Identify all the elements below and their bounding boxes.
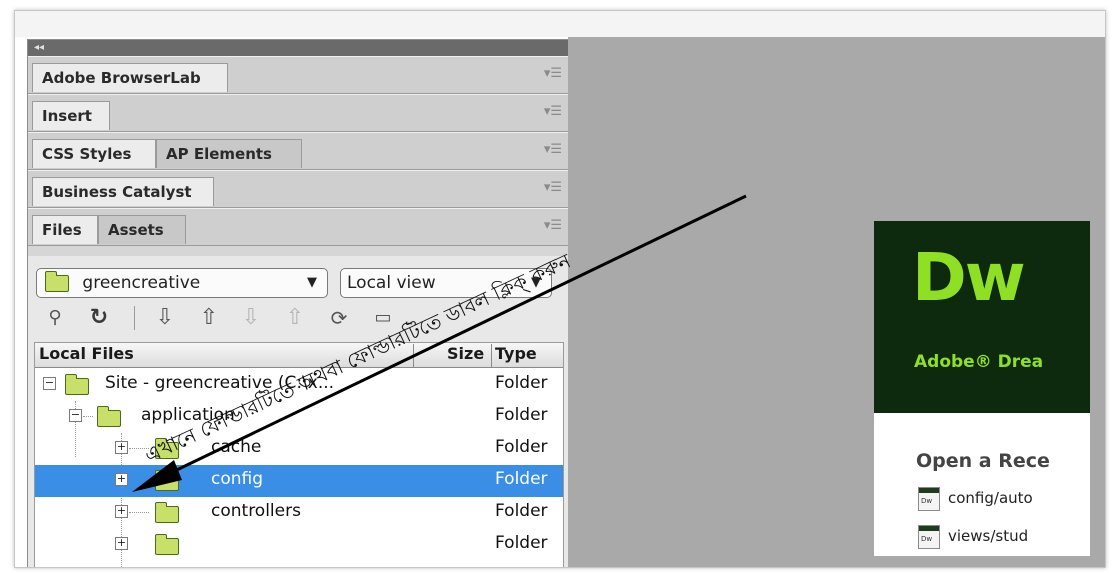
sync-icon[interactable]: ⟳ <box>326 304 352 332</box>
tree-row-cache[interactable]: + cache Folder <box>35 433 563 465</box>
file-type: Folder <box>495 405 548 425</box>
get-icon[interactable]: ⇩ <box>152 304 178 332</box>
file-name: controllers <box>211 501 301 521</box>
tab-insert[interactable]: Insert <box>32 101 110 130</box>
collapse-icon[interactable]: − <box>43 377 56 390</box>
view-select-value: Local view <box>347 273 436 293</box>
tab-assets[interactable]: Assets <box>98 215 186 244</box>
folder-icon <box>97 406 121 427</box>
double-chevron-left-icon[interactable]: ◂◂ <box>34 42 44 53</box>
folder-icon <box>155 534 179 555</box>
tab-label: CSS Styles <box>42 145 132 163</box>
tree-line <box>83 416 93 417</box>
tree-row-config[interactable]: + config Folder <box>35 465 563 497</box>
tab-label: AP Elements <box>166 145 272 163</box>
toolbar-separator <box>134 306 135 330</box>
tab-css-styles[interactable]: CSS Styles <box>32 139 156 168</box>
tree-line <box>129 512 149 513</box>
panel-group-files: Files Assets ▾☰ <box>28 208 568 246</box>
open-recent-heading: Open a Rece <box>916 450 1050 472</box>
tab-files[interactable]: Files <box>32 215 98 244</box>
file-type: Folder <box>495 373 548 393</box>
file-type: Folder <box>495 533 548 553</box>
put-icon[interactable]: ⇧ <box>196 304 222 332</box>
product-name: Adobe® Drea <box>914 352 1044 372</box>
tab-label: Insert <box>42 107 92 125</box>
tab-label: Adobe BrowserLab <box>42 69 201 87</box>
check-out-icon[interactable]: ⇩ <box>238 304 264 332</box>
tab-business-catalyst[interactable]: Business Catalyst <box>32 177 214 206</box>
column-header-type[interactable]: Type <box>495 344 537 363</box>
refresh-icon[interactable]: ↻ <box>86 304 112 332</box>
recent-item[interactable]: views/stud <box>948 527 1028 545</box>
panel-options-icon[interactable]: ▾☰ <box>544 142 562 157</box>
welcome-header: Dw Adobe® Drea <box>874 221 1090 413</box>
dreamweaver-logo: Dw <box>912 239 1026 316</box>
tab-ap-elements[interactable]: AP Elements <box>156 139 302 168</box>
tree-row-controllers[interactable]: + controllers Folder <box>35 497 563 529</box>
tab-label: Business Catalyst <box>42 183 192 201</box>
panel-options-icon[interactable]: ▾☰ <box>544 180 562 195</box>
collapse-to-icons-button[interactable]: ◂◂ <box>28 40 568 56</box>
tree-row-partial[interactable]: + Folder <box>35 529 563 561</box>
folder-icon <box>155 502 179 523</box>
file-name: config <box>211 469 264 489</box>
collapse-icon[interactable]: − <box>69 409 82 422</box>
expand-icon[interactable]: + <box>115 441 128 454</box>
site-select[interactable]: greencreative ▼ <box>36 268 328 298</box>
folder-icon <box>65 374 89 395</box>
expand-icon[interactable]: + <box>115 505 128 518</box>
welcome-screen: Dw Adobe® Drea Open a Rece Dw config/aut… <box>874 221 1090 556</box>
check-in-icon[interactable]: ⇧ <box>282 304 308 332</box>
column-divider <box>491 344 492 368</box>
site-folder-icon <box>45 270 69 292</box>
file-type: Folder <box>495 501 548 521</box>
panel-group-business-catalyst: Business Catalyst ▾☰ <box>28 170 568 208</box>
expand-icon[interactable]: + <box>115 537 128 550</box>
column-header-size[interactable]: Size <box>447 344 484 363</box>
panel-options-icon[interactable]: ▾☰ <box>544 66 562 81</box>
recent-item[interactable]: config/auto <box>948 489 1033 507</box>
connect-icon[interactable]: ⚲ <box>42 304 68 332</box>
panel-options-icon[interactable]: ▾☰ <box>544 218 562 233</box>
site-select-value: greencreative <box>82 273 201 293</box>
file-list-header: Local Files Size Type <box>35 343 563 368</box>
panel-group-insert: Insert ▾☰ <box>28 94 568 132</box>
file-type: Folder <box>495 469 548 489</box>
column-header-local-files[interactable]: Local Files <box>39 344 134 363</box>
panel-options-icon[interactable]: ▾☰ <box>544 104 562 119</box>
chevron-down-icon: ▼ <box>307 275 317 290</box>
folder-icon <box>155 470 179 491</box>
dw-file-icon: Dw <box>918 525 940 549</box>
panel-group-css: CSS Styles AP Elements ▾☰ <box>28 132 568 170</box>
window-top-strip <box>15 11 1105 37</box>
tab-label: Assets <box>108 221 164 239</box>
panel-group-browserlab: Adobe BrowserLab ▾☰ <box>28 56 568 94</box>
file-type: Folder <box>495 437 548 457</box>
tab-adobe-browserlab[interactable]: Adobe BrowserLab <box>32 63 228 92</box>
expand-icon[interactable]: + <box>115 473 128 486</box>
dw-file-icon: Dw <box>918 487 940 511</box>
tab-label: Files <box>42 221 82 239</box>
